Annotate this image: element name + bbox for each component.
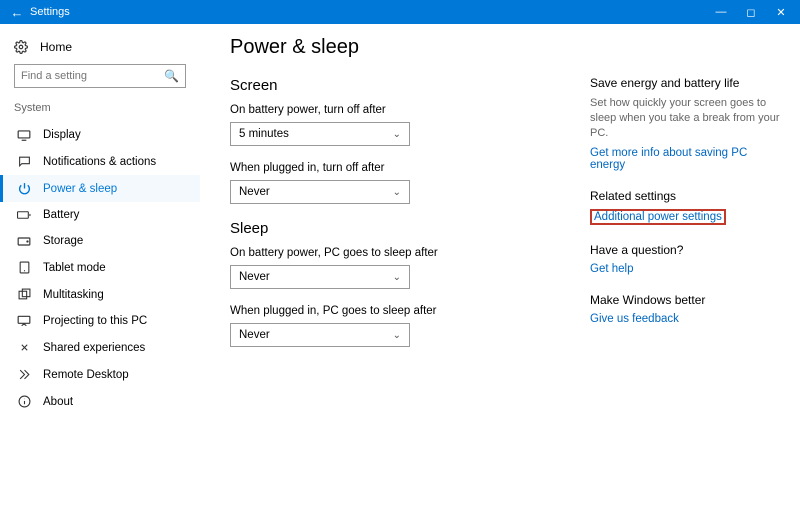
feedback-link[interactable]: Give us feedback bbox=[590, 313, 679, 325]
sidebar-item-multitasking[interactable]: Multitasking bbox=[0, 281, 200, 308]
back-button[interactable]: ← bbox=[4, 5, 30, 20]
chevron-down-icon: ⌄ bbox=[393, 187, 401, 198]
sidebar-item-label: Remote Desktop bbox=[43, 369, 129, 381]
sidebar-item-storage[interactable]: Storage bbox=[0, 228, 200, 254]
right-rail: Save energy and battery life Set how qui… bbox=[590, 36, 780, 512]
select-value: 5 minutes bbox=[239, 128, 289, 140]
sleep-battery-label: On battery power, PC goes to sleep after bbox=[230, 247, 590, 259]
sidebar-item-label: Battery bbox=[43, 209, 79, 221]
sidebar-group-label: System bbox=[0, 102, 200, 122]
titlebar: ← Settings — ◻ ✕ bbox=[0, 0, 800, 24]
home-button[interactable]: Home bbox=[0, 36, 200, 64]
about-icon bbox=[17, 395, 31, 408]
multitasking-icon bbox=[17, 288, 31, 301]
energy-title: Save energy and battery life bbox=[590, 76, 780, 90]
window-title: Settings bbox=[30, 6, 70, 18]
sidebar-item-label: Shared experiences bbox=[43, 342, 145, 354]
sidebar-item-shared-experiences[interactable]: Shared experiences bbox=[0, 334, 200, 361]
gear-icon bbox=[14, 40, 28, 54]
energy-link[interactable]: Get more info about saving PC energy bbox=[590, 147, 780, 171]
search-box[interactable]: 🔍 bbox=[14, 64, 186, 88]
screen-battery-label: On battery power, turn off after bbox=[230, 104, 590, 116]
sleep-heading: Sleep bbox=[230, 220, 590, 237]
projecting-icon bbox=[17, 315, 31, 327]
select-value: Never bbox=[239, 186, 270, 198]
storage-icon bbox=[17, 236, 31, 247]
sidebar-item-label: Display bbox=[43, 129, 81, 141]
sleep-plugged-label: When plugged in, PC goes to sleep after bbox=[230, 305, 590, 317]
feedback-title: Make Windows better bbox=[590, 293, 780, 307]
sidebar-item-tablet-mode[interactable]: Tablet mode bbox=[0, 254, 200, 281]
tablet-icon bbox=[17, 261, 31, 274]
sidebar-item-battery[interactable]: Battery bbox=[0, 202, 200, 228]
question-title: Have a question? bbox=[590, 243, 780, 257]
additional-power-settings-link[interactable]: Additional power settings bbox=[590, 209, 726, 225]
screen-plugged-select[interactable]: Never ⌄ bbox=[230, 180, 410, 204]
close-button[interactable]: ✕ bbox=[766, 6, 796, 19]
sidebar-item-label: Multitasking bbox=[43, 289, 104, 301]
screen-plugged-label: When plugged in, turn off after bbox=[230, 162, 590, 174]
sidebar-item-display[interactable]: Display bbox=[0, 122, 200, 148]
sidebar-item-label: Notifications & actions bbox=[43, 156, 156, 168]
content-pane: Power & sleep Screen On battery power, t… bbox=[230, 36, 590, 512]
page-title: Power & sleep bbox=[230, 36, 590, 59]
sleep-battery-select[interactable]: Never ⌄ bbox=[230, 265, 410, 289]
chevron-down-icon: ⌄ bbox=[393, 272, 401, 283]
sidebar-item-projecting[interactable]: Projecting to this PC bbox=[0, 308, 200, 334]
get-help-link[interactable]: Get help bbox=[590, 263, 633, 275]
display-icon bbox=[17, 129, 31, 141]
sidebar-item-label: Projecting to this PC bbox=[43, 315, 147, 327]
home-label: Home bbox=[40, 40, 72, 54]
sidebar: Home 🔍 System Display Notifications & ac… bbox=[0, 24, 200, 512]
sidebar-item-label: About bbox=[43, 396, 73, 408]
notifications-icon bbox=[17, 155, 31, 168]
sidebar-item-power-sleep[interactable]: Power & sleep bbox=[0, 175, 200, 202]
sidebar-item-about[interactable]: About bbox=[0, 388, 200, 415]
sleep-plugged-select[interactable]: Never ⌄ bbox=[230, 323, 410, 347]
chevron-down-icon: ⌄ bbox=[393, 129, 401, 140]
search-input[interactable] bbox=[21, 70, 161, 82]
energy-body: Set how quickly your screen goes to slee… bbox=[590, 96, 780, 141]
sidebar-item-label: Power & sleep bbox=[43, 183, 117, 195]
maximize-button[interactable]: ◻ bbox=[736, 6, 766, 19]
sidebar-item-label: Tablet mode bbox=[43, 262, 106, 274]
select-value: Never bbox=[239, 271, 270, 283]
shared-icon bbox=[17, 341, 31, 354]
battery-icon bbox=[17, 210, 31, 220]
sidebar-item-notifications[interactable]: Notifications & actions bbox=[0, 148, 200, 175]
screen-heading: Screen bbox=[230, 77, 590, 94]
related-title: Related settings bbox=[590, 189, 780, 203]
search-icon: 🔍 bbox=[164, 69, 179, 83]
minimize-button[interactable]: — bbox=[706, 6, 736, 19]
select-value: Never bbox=[239, 329, 270, 341]
screen-battery-select[interactable]: 5 minutes ⌄ bbox=[230, 122, 410, 146]
remote-desktop-icon bbox=[17, 368, 31, 381]
power-icon bbox=[17, 182, 31, 195]
sidebar-item-remote-desktop[interactable]: Remote Desktop bbox=[0, 361, 200, 388]
chevron-down-icon: ⌄ bbox=[393, 330, 401, 341]
sidebar-item-label: Storage bbox=[43, 235, 83, 247]
